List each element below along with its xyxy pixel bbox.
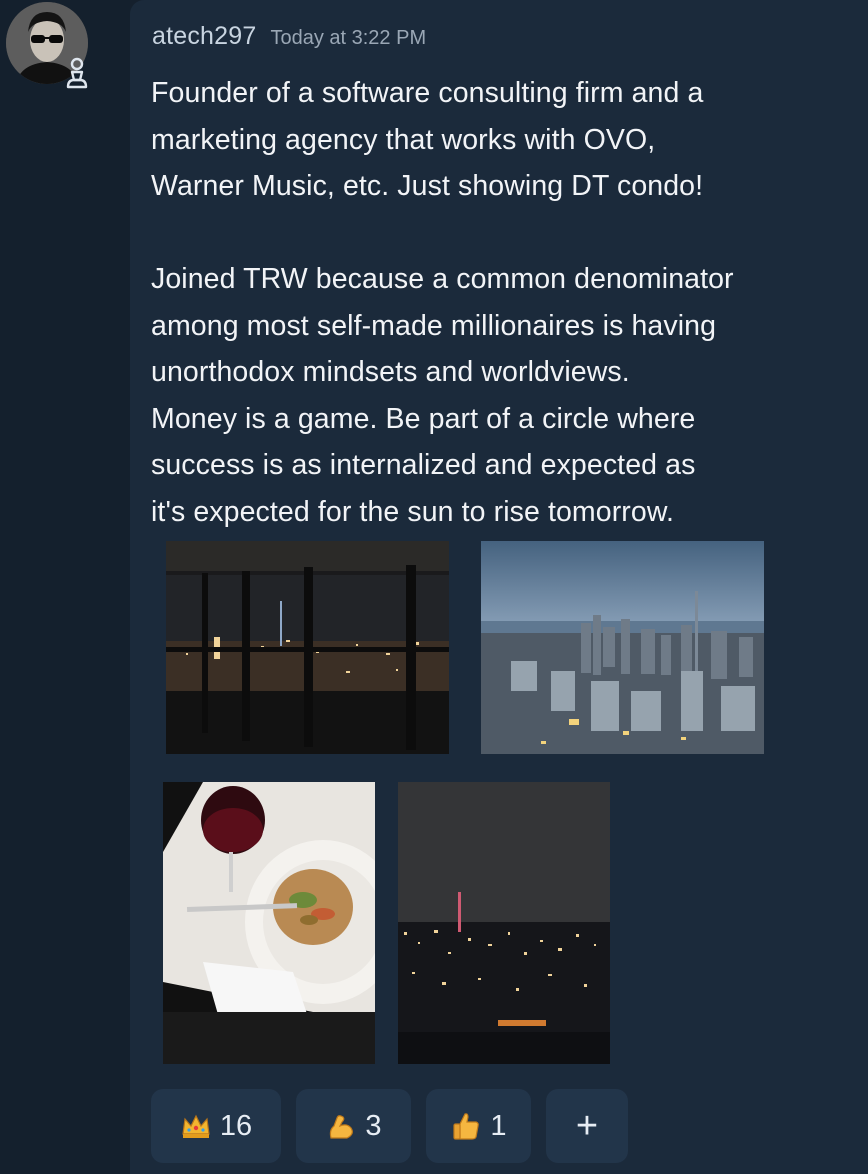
add-reaction-button[interactable]: +: [546, 1089, 628, 1163]
reaction-count: 3: [365, 1109, 382, 1142]
username[interactable]: atech297: [152, 22, 256, 51]
reaction-count: 1: [490, 1109, 507, 1142]
flexed-biceps-icon: [325, 1110, 357, 1142]
reaction-crown[interactable]: 16: [151, 1089, 281, 1163]
message-header: atech297 Today at 3:22 PM: [152, 22, 426, 51]
text-line: among most self-made millionaires is hav…: [151, 309, 717, 342]
night-window-photo[interactable]: [166, 541, 449, 754]
text-line: success is as internalized and expected …: [151, 449, 696, 481]
chat-view: atech297 Today at 3:22 PM Founder of a s…: [0, 0, 868, 1174]
text-line: unorthodox mindsets and worldviews.: [151, 356, 630, 388]
reactions-bar: 16 3 1 +: [151, 1089, 628, 1163]
night-tower-photo[interactable]: [398, 782, 610, 1064]
reaction-thumbs-up[interactable]: 1: [426, 1089, 531, 1163]
message-body: Founder of a software consulting firm an…: [151, 70, 863, 535]
text-line: Founder of a software consulting firm an…: [151, 77, 704, 109]
text-line: it's expected for the sun to rise tomorr…: [151, 495, 674, 528]
text-line: marketing agency that works with OVO,: [151, 123, 656, 156]
text-line: Money is a game. Be part of a circle whe…: [151, 402, 696, 435]
dinner-table-photo[interactable]: [163, 782, 375, 1064]
city-skyline-photo[interactable]: [481, 541, 764, 754]
text-line: Warner Music, etc. Just showing DT condo…: [151, 170, 704, 202]
text-line: Joined TRW because a common denominator: [151, 263, 734, 295]
thumbs-up-icon: [450, 1110, 482, 1142]
message-paragraph-1: Founder of a software consulting firm an…: [151, 70, 863, 210]
message-paragraph-2: Joined TRW because a common denominator …: [151, 256, 863, 535]
avatar-column: [0, 0, 130, 1174]
pawn-role-icon: [66, 57, 88, 89]
timestamp: Today at 3:22 PM: [270, 27, 427, 49]
reaction-flexed-biceps[interactable]: 3: [296, 1089, 411, 1163]
reaction-count: 16: [219, 1109, 253, 1142]
crown-icon: [180, 1110, 212, 1142]
